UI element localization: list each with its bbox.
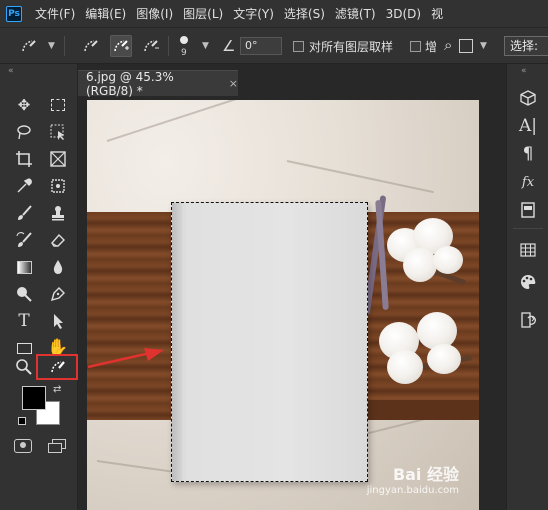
gradient-icon[interactable] [12,256,36,278]
eraser-icon[interactable] [46,229,70,251]
subtract-selection-brush-icon[interactable] [140,35,162,57]
menu-image[interactable]: 图像(I) [131,5,178,22]
add-selection-brush-icon[interactable] [110,35,132,57]
eyedropper-icon[interactable] [12,175,36,197]
sample-all-layers-label: 对所有图层取样 [309,40,394,54]
watermark-sub: jingyan.baidu.com [366,485,459,496]
paragraph-icon[interactable]: ¶ [515,142,541,166]
screen-mode-icon[interactable] [48,439,66,453]
character-icon[interactable]: A| [515,114,541,138]
move-icon[interactable]: ✥ [12,94,36,116]
foreground-color-swatch[interactable] [22,386,46,410]
color-icon[interactable] [515,270,541,294]
pen-icon[interactable] [46,283,70,305]
document-area: 6.jpg @ 45.3%(RGB/8) * × Bai 经验 jingyan.… [78,64,506,510]
brush-icon[interactable] [12,202,36,224]
crop-icon[interactable] [12,148,36,170]
dodge-icon[interactable] [12,283,36,305]
watermark: Bai 经验 jingyan.baidu.com [367,461,459,496]
tools-panel: « ✥ T ✋ ⇄ [0,64,78,510]
default-colors-icon[interactable] [18,417,26,425]
tool-preset-icon[interactable] [18,35,40,57]
angle-icon: ∠ [222,37,236,55]
new-selection-brush-icon[interactable] [80,35,102,57]
blur-icon[interactable] [46,256,70,278]
workspace-chevron-icon[interactable]: ▼ [480,41,487,51]
brush-tip-icon[interactable] [180,36,188,44]
quick-mask-icon[interactable] [14,439,32,453]
options-bar: ▼ 9 ▼ ∠ 0° 对所有图层取样 增 ⌕ ▼ 选择: [0,28,548,64]
type-icon[interactable]: T [12,310,36,332]
angle-field[interactable]: 0° [240,37,282,55]
pointer-arrow-icon [87,348,164,369]
history-icon[interactable] [515,308,541,332]
brush-dropdown-chevron-icon[interactable]: ▼ [202,41,209,51]
glyphs-icon[interactable]: fx [515,170,541,194]
watermark-main: Bai 经验 [392,465,459,484]
stamp-icon[interactable] [46,202,70,224]
path-select-icon[interactable] [46,310,70,332]
zoom-icon[interactable] [12,356,36,378]
menu-select[interactable]: 选择(S) [279,5,330,22]
collapse-panel-icon[interactable]: « [521,66,527,76]
lasso-icon[interactable] [12,121,36,143]
menu-3d[interactable]: 3D(D) [381,7,426,21]
menu-file[interactable]: 文件(F) [30,5,80,22]
brush-size-value: 9 [181,48,187,58]
menu-bar: Ps 文件(F) 编辑(E) 图像(I) 图层(L) 文字(Y) 选择(S) 滤… [0,0,548,28]
object-select-icon[interactable] [46,121,70,143]
libraries-icon[interactable] [515,198,541,222]
menu-layer[interactable]: 图层(L) [178,5,228,22]
marquee-icon[interactable] [46,94,70,116]
collapse-panel-icon[interactable]: « [8,66,14,76]
photoshop-logo-icon: Ps [6,5,22,22]
menu-edit[interactable]: 编辑(E) [80,5,131,22]
swap-colors-icon[interactable]: ⇄ [53,384,61,395]
document-tab-title: 6.jpg @ 45.3%(RGB/8) * [86,69,174,98]
document-tab[interactable]: 6.jpg @ 45.3%(RGB/8) * × [78,69,238,98]
swatches-icon[interactable] [515,238,541,262]
menu-view[interactable]: 视 [426,5,448,22]
enhance-checkbox[interactable] [410,41,421,52]
tool-highlight-box [36,354,78,380]
search-icon[interactable]: ⌕ [444,36,452,54]
3d-icon[interactable] [515,86,541,110]
menu-type[interactable]: 文字(Y) [228,5,279,22]
patch-icon[interactable] [46,175,70,197]
sample-all-layers-checkbox[interactable] [293,41,304,52]
history-brush-icon[interactable] [12,229,36,251]
menu-filter[interactable]: 滤镜(T) [330,5,381,22]
chevron-down-icon[interactable]: ▼ [48,41,55,51]
workspace-icon[interactable] [459,39,473,53]
close-icon[interactable]: × [229,77,238,90]
document-canvas[interactable]: Bai 经验 jingyan.baidu.com [87,100,479,510]
right-dock-panel: « A| ¶ fx [506,64,548,510]
frame-icon[interactable] [46,148,70,170]
book-selection [171,202,368,482]
select-and-mask-button[interactable]: 选择: [504,36,548,56]
enhance-label: 增 [425,40,438,54]
